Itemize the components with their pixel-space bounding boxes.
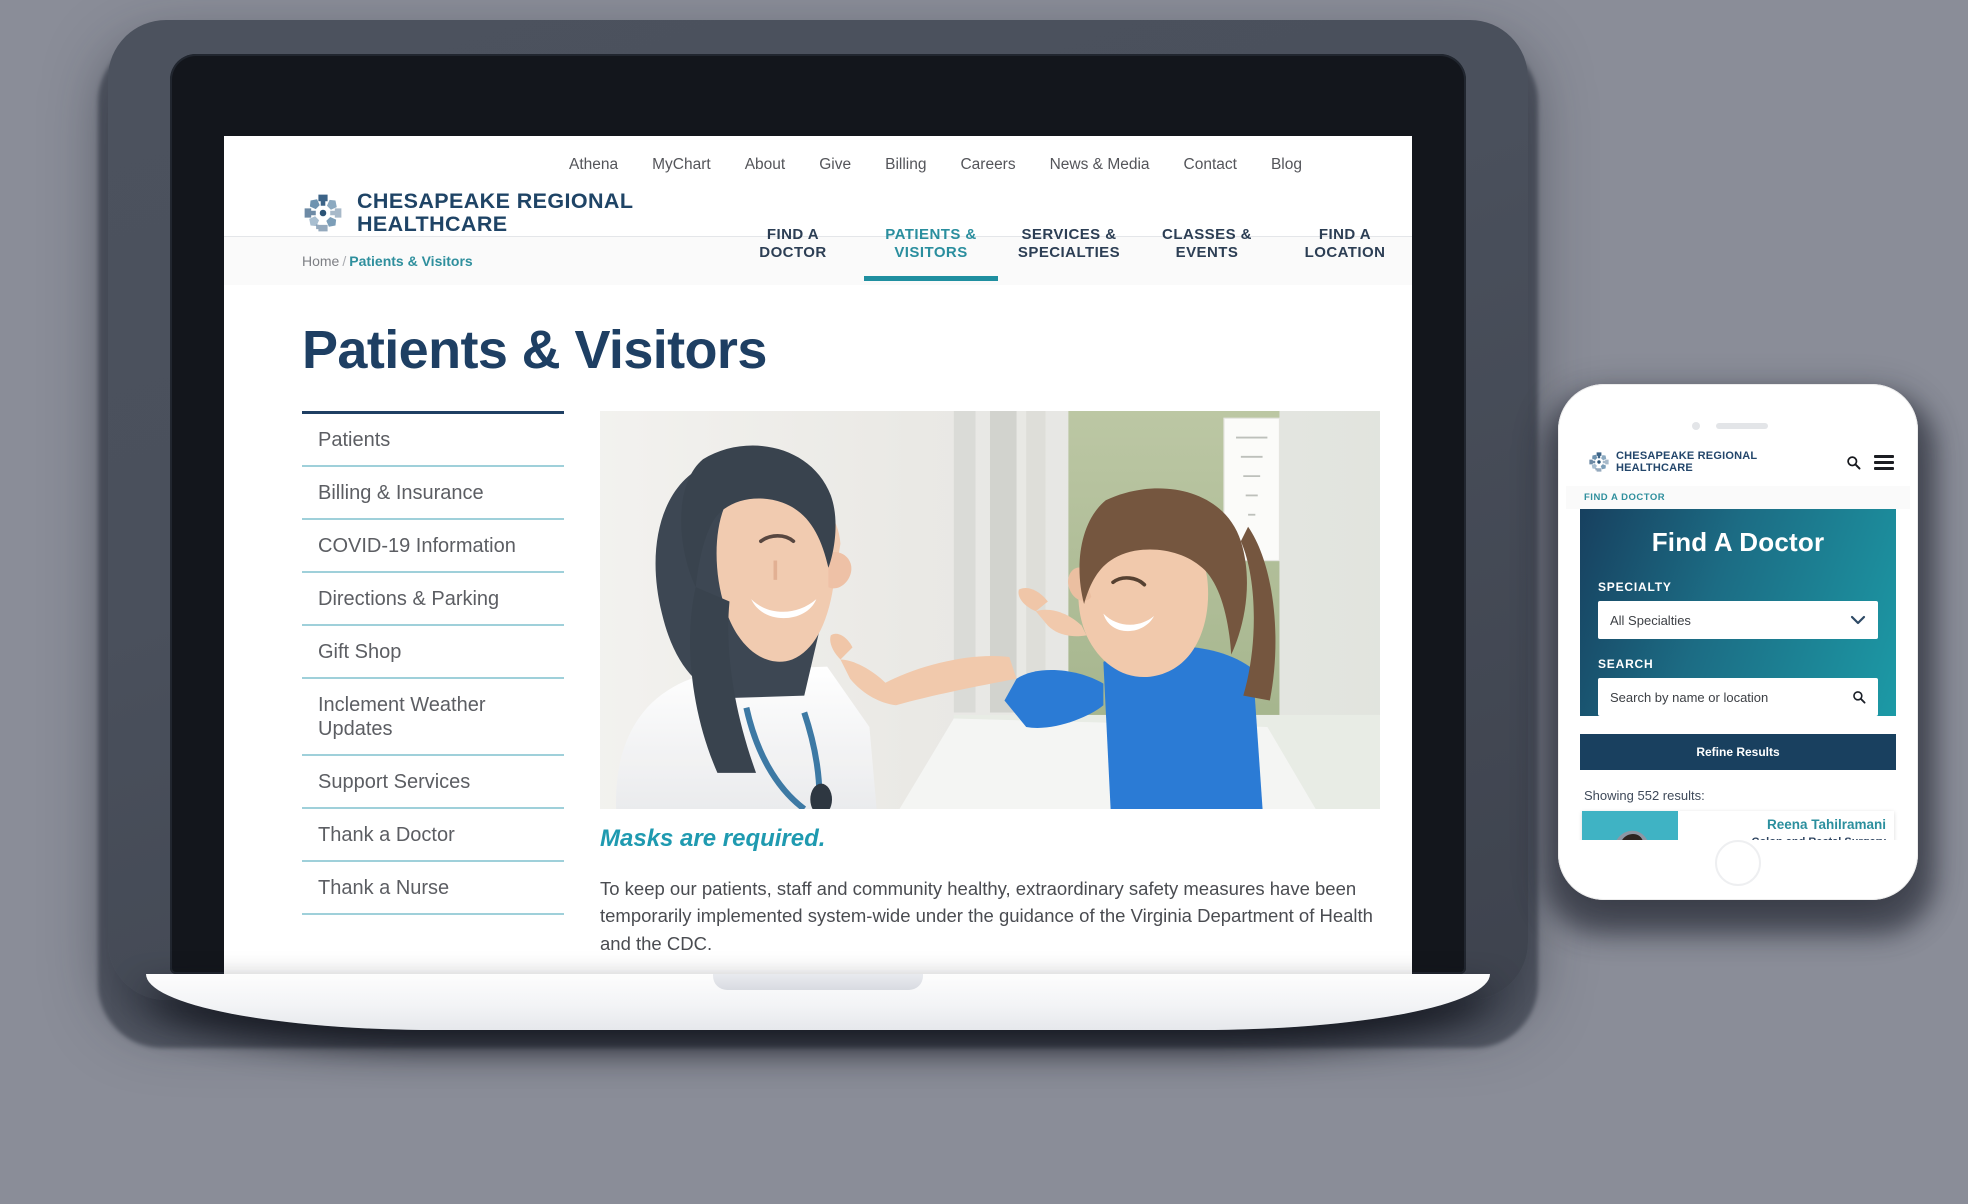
- nav-item-patients-visitors[interactable]: Patients & Visitors: [862, 226, 1000, 281]
- doctor-result-card[interactable]: Reena Tahilramani Colon and Rectal Surge…: [1582, 811, 1894, 840]
- nav-item-classes-events[interactable]: Classes & Events: [1138, 226, 1276, 281]
- mobile-brand-line-2: Healthcare: [1616, 462, 1693, 475]
- nav-item-line2: Visitors: [894, 244, 968, 262]
- site-logo-text: Chesapeake Regional Healthcare: [357, 189, 634, 236]
- nav-item-line1: Classes &: [1162, 226, 1252, 243]
- page-content: Patients & Visitors Patients Billing & I…: [224, 319, 1412, 974]
- utility-link-blog[interactable]: Blog: [1271, 156, 1302, 174]
- nav-item-line2: Specialties: [1017, 244, 1121, 262]
- specialty-selected-value: All Specialties: [1610, 612, 1691, 628]
- site-header: Chesapeake Regional Healthcare Find A Do…: [224, 178, 1412, 281]
- laptop-base-notch: [713, 974, 923, 990]
- breadcrumb-current: Patients & Visitors: [349, 253, 473, 269]
- sidebar-item-covid-19-information[interactable]: COVID-19 Information: [302, 520, 564, 573]
- utility-nav: Athena MyChart About Give Billing Career…: [224, 136, 1412, 178]
- find-a-doctor-title: Find A Doctor: [1651, 527, 1825, 558]
- doctor-headshot: [1582, 811, 1678, 840]
- breadcrumb-home-link[interactable]: Home: [302, 253, 339, 269]
- brand-line-2: Healthcare: [357, 212, 508, 236]
- mobile-logo-text: Chesapeake Regional Healthcare: [1616, 450, 1757, 474]
- laptop-screen-bezel: Athena MyChart About Give Billing Career…: [170, 54, 1466, 974]
- doctor-name: Reena Tahilramani: [1766, 817, 1886, 833]
- brand-line-1: Chesapeake Regional: [357, 189, 634, 213]
- doctor-search-input[interactable]: Search by name or location: [1598, 678, 1878, 717]
- desktop-website-viewport: Athena MyChart About Give Billing Career…: [224, 136, 1412, 974]
- utility-link-billing[interactable]: Billing: [885, 156, 926, 174]
- mobile-brand-line-1: Chesapeake Regional: [1616, 450, 1758, 462]
- nav-item-find-a-location[interactable]: Find A Location: [1276, 226, 1412, 281]
- mobile-eyebrow-label: Find A Doctor: [1566, 486, 1910, 510]
- sidebar-item-support-services[interactable]: Support Services: [302, 756, 564, 809]
- doctor-specialty: Colon and Rectal Surgery: [1688, 836, 1886, 840]
- phone-home-button[interactable]: [1715, 840, 1761, 886]
- nav-item-line1: Services &: [1021, 226, 1117, 243]
- phone-device-mockup: Chesapeake Regional Healthcare Find A Do…: [1544, 384, 1936, 934]
- nav-item-line2: Events: [1175, 244, 1239, 262]
- section-sidebar-nav: Patients Billing & Insurance COVID-19 In…: [302, 411, 564, 974]
- nav-item-line2: Doctor: [759, 244, 827, 262]
- hamburger-menu-icon[interactable]: [1874, 454, 1894, 470]
- results-count-label: Showing 552 results:: [1584, 788, 1705, 804]
- specialty-label: Specialty: [1598, 580, 1672, 595]
- sidebar-item-thank-a-nurse[interactable]: Thank a Nurse: [302, 862, 564, 915]
- sidebar-item-gift-shop[interactable]: Gift Shop: [302, 626, 564, 679]
- mobile-header: Chesapeake Regional Healthcare: [1566, 440, 1910, 487]
- content-columns: Patients Billing & Insurance COVID-19 In…: [224, 411, 1412, 974]
- utility-link-careers[interactable]: Careers: [960, 156, 1015, 174]
- search-icon[interactable]: [1852, 690, 1866, 704]
- refine-results-button[interactable]: Refine Results: [1580, 734, 1896, 771]
- hero-illustration: [600, 411, 1380, 809]
- sidebar-item-directions-parking[interactable]: Directions & Parking: [302, 573, 564, 626]
- utility-link-news-media[interactable]: News & Media: [1050, 156, 1150, 174]
- sidebar-item-patients[interactable]: Patients: [302, 414, 564, 467]
- phone-speaker-grill: [1716, 423, 1768, 429]
- nav-item-line1: Find A: [1318, 226, 1372, 243]
- nav-item-line1: Find A: [766, 226, 820, 243]
- phone-camera-icon: [1692, 422, 1700, 430]
- utility-link-mychart[interactable]: MyChart: [652, 156, 711, 174]
- screenshot-canvas: Athena MyChart About Give Billing Career…: [0, 0, 1968, 1204]
- doctor-result-info: Reena Tahilramani Colon and Rectal Surge…: [1678, 811, 1894, 840]
- utility-link-give[interactable]: Give: [819, 156, 851, 174]
- search-icon[interactable]: [1846, 455, 1861, 470]
- primary-nav: Find A Doctor Patients & Visitors Servic…: [724, 226, 1412, 281]
- main-column: Masks are required. To keep our patients…: [600, 411, 1412, 974]
- avatar: [1582, 811, 1678, 840]
- nav-item-line1: Patients &: [885, 226, 977, 243]
- site-logo[interactable]: Chesapeake Regional Healthcare: [302, 189, 634, 236]
- sidebar-item-thank-a-doctor[interactable]: Thank a Doctor: [302, 809, 564, 862]
- chesapeake-cross-logo-icon: [1589, 452, 1609, 472]
- mobile-header-actions: [1846, 454, 1894, 470]
- mobile-site-logo[interactable]: Chesapeake Regional Healthcare: [1588, 450, 1757, 474]
- sidebar-item-billing-insurance[interactable]: Billing & Insurance: [302, 467, 564, 520]
- nav-item-find-a-doctor[interactable]: Find A Doctor: [724, 226, 862, 281]
- mobile-website-viewport: Chesapeake Regional Healthcare Find A Do…: [1566, 440, 1910, 840]
- search-label: Search: [1598, 657, 1654, 672]
- doctor-search-placeholder: Search by name or location: [1610, 689, 1769, 705]
- utility-link-about[interactable]: About: [745, 156, 786, 174]
- nav-item-services-specialties[interactable]: Services & Specialties: [1000, 226, 1138, 281]
- sidebar-item-inclement-weather-updates[interactable]: Inclement Weather Updates: [302, 679, 564, 756]
- breadcrumb-separator: /: [342, 253, 347, 269]
- intro-paragraph: To keep our patients, staff and communit…: [600, 878, 1373, 954]
- nav-item-line2: Location: [1304, 244, 1386, 262]
- find-a-doctor-panel: Find A Doctor Specialty All Specialties …: [1580, 509, 1896, 717]
- phone-frame: Chesapeake Regional Healthcare Find A Do…: [1558, 384, 1918, 900]
- laptop-device-mockup: Athena MyChart About Give Billing Career…: [98, 20, 1538, 1048]
- chevron-down-icon: [1850, 616, 1866, 625]
- utility-link-athena[interactable]: Athena: [569, 156, 618, 174]
- utility-link-contact[interactable]: Contact: [1184, 156, 1237, 174]
- chesapeake-cross-logo-icon: [304, 194, 342, 232]
- hero-image: [600, 411, 1380, 809]
- page-title: Patients & Visitors: [302, 320, 767, 380]
- specialty-select[interactable]: All Specialties: [1598, 601, 1878, 640]
- masks-required-note: Masks are required.: [600, 825, 826, 852]
